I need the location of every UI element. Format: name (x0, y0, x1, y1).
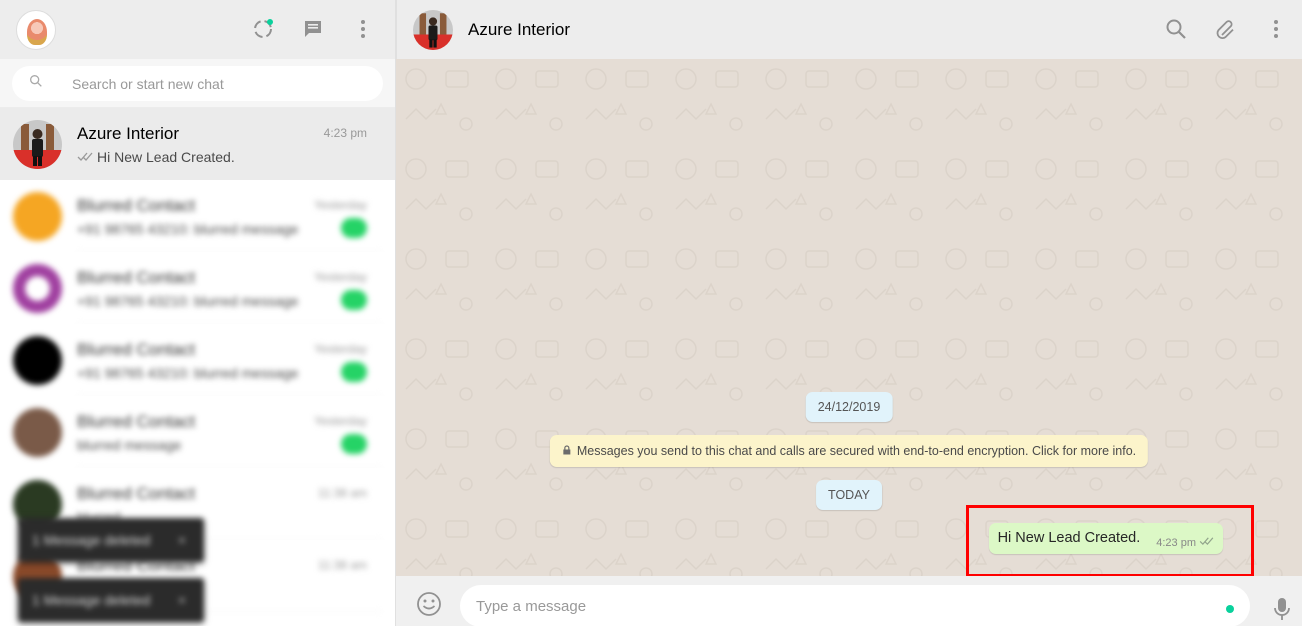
chat-preview: Hi New Lead Created. (77, 149, 367, 165)
chat-body: Blurred Contact Yesterday +91 98765 4321… (77, 180, 382, 252)
chat-time: 11:38 am (317, 486, 367, 500)
chat-preview-text: Hi New Lead Created. (97, 149, 235, 165)
chat-body: Blurred Contact Yesterday +91 98765 4321… (77, 324, 382, 396)
conversation-header-icons (1164, 17, 1288, 41)
status-dot-icon (1226, 605, 1234, 613)
chat-time: Yesterday (314, 342, 367, 356)
highlight-annotation (966, 505, 1254, 576)
search-input[interactable] (72, 75, 352, 92)
conversation-pane: Azure Interior 24/12/2019 Messages you s… (396, 0, 1302, 626)
chat-item-blurred[interactable]: Blurred Contact Yesterday +91 98765 4321… (0, 252, 395, 324)
new-chat-icon[interactable] (301, 17, 325, 41)
chat-body: Blurred Contact Yesterday blurred messag… (77, 396, 382, 468)
contact-name: Azure Interior (468, 19, 571, 39)
contact-avatar[interactable] (413, 9, 453, 50)
encryption-text: Messages you send to this chat and calls… (576, 444, 1137, 458)
toast-label: 1 Message deleted (32, 532, 151, 548)
contact-avatar (13, 407, 62, 457)
emoji-icon[interactable] (416, 591, 442, 622)
search-icon (28, 73, 44, 94)
encryption-notice[interactable]: Messages you send to this chat and calls… (549, 435, 1149, 467)
contact-avatar (13, 191, 62, 241)
whatsapp-web-app: Azure Interior 4:23 pm Hi New Lead Creat… (0, 0, 1302, 626)
left-header (0, 0, 395, 59)
chat-item-azure-interior[interactable]: Azure Interior 4:23 pm Hi New Lead Creat… (0, 108, 395, 180)
chat-time: Yesterday (314, 270, 367, 284)
toast-message-deleted[interactable]: 1 Message deleted × (18, 518, 204, 562)
toast-label: 1 Message deleted (32, 592, 151, 608)
chat-item-blurred[interactable]: Blurred Contact Yesterday blurred messag… (0, 396, 395, 468)
menu-icon[interactable] (351, 17, 375, 41)
conversation-header[interactable]: Azure Interior (396, 0, 1302, 59)
chat-time: 11:38 am (317, 558, 367, 572)
lock-icon (562, 444, 572, 458)
chat-item-blurred[interactable]: Blurred Contact Yesterday +91 98765 4321… (0, 180, 395, 252)
chat-list-pane: Azure Interior 4:23 pm Hi New Lead Creat… (0, 0, 396, 626)
chat-body: Azure Interior 4:23 pm Hi New Lead Creat… (77, 108, 382, 180)
close-icon[interactable]: × (178, 532, 186, 548)
unread-badge (341, 362, 367, 382)
close-icon[interactable]: × (178, 592, 186, 608)
menu-icon[interactable] (1264, 17, 1288, 41)
chat-preview-text: +91 98765 43210: blurred message (77, 221, 299, 237)
toast-message-deleted[interactable]: 1 Message deleted × (18, 578, 204, 622)
unread-badge (341, 290, 367, 310)
message-input-wrap[interactable] (460, 585, 1250, 626)
conversation-area[interactable]: 24/12/2019 Messages you send to this cha… (396, 59, 1302, 576)
contact-avatar (13, 263, 62, 313)
unread-badge (341, 218, 367, 238)
chat-time: Yesterday (314, 198, 367, 212)
chat-item-blurred[interactable]: Blurred Contact Yesterday +91 98765 4321… (0, 324, 395, 396)
paperclip-icon[interactable] (1214, 17, 1238, 41)
chat-preview-text: +91 98765 43210: blurred message (77, 365, 299, 381)
search-icon[interactable] (1164, 17, 1188, 41)
chat-preview-text: blurred message (77, 437, 182, 453)
profile-avatar[interactable] (16, 9, 56, 50)
unread-badge (341, 434, 367, 454)
chat-time: Yesterday (314, 414, 367, 428)
left-header-icons (251, 17, 375, 41)
message-input[interactable] (476, 597, 1176, 615)
composer (396, 576, 1302, 626)
date-chip: 24/12/2019 (805, 392, 893, 422)
chat-preview-text: +91 98765 43210: blurred message (77, 293, 299, 309)
today-chip: TODAY (816, 480, 882, 510)
mic-icon[interactable] (1272, 596, 1292, 626)
status-icon[interactable] (251, 17, 275, 41)
search-box[interactable] (12, 66, 383, 101)
contact-avatar (13, 119, 62, 169)
double-tick-icon (77, 149, 93, 165)
search-bar (0, 59, 395, 108)
contact-avatar (13, 335, 62, 385)
chat-body: Blurred Contact Yesterday +91 98765 4321… (77, 252, 382, 324)
chat-time: 4:23 pm (323, 126, 367, 140)
